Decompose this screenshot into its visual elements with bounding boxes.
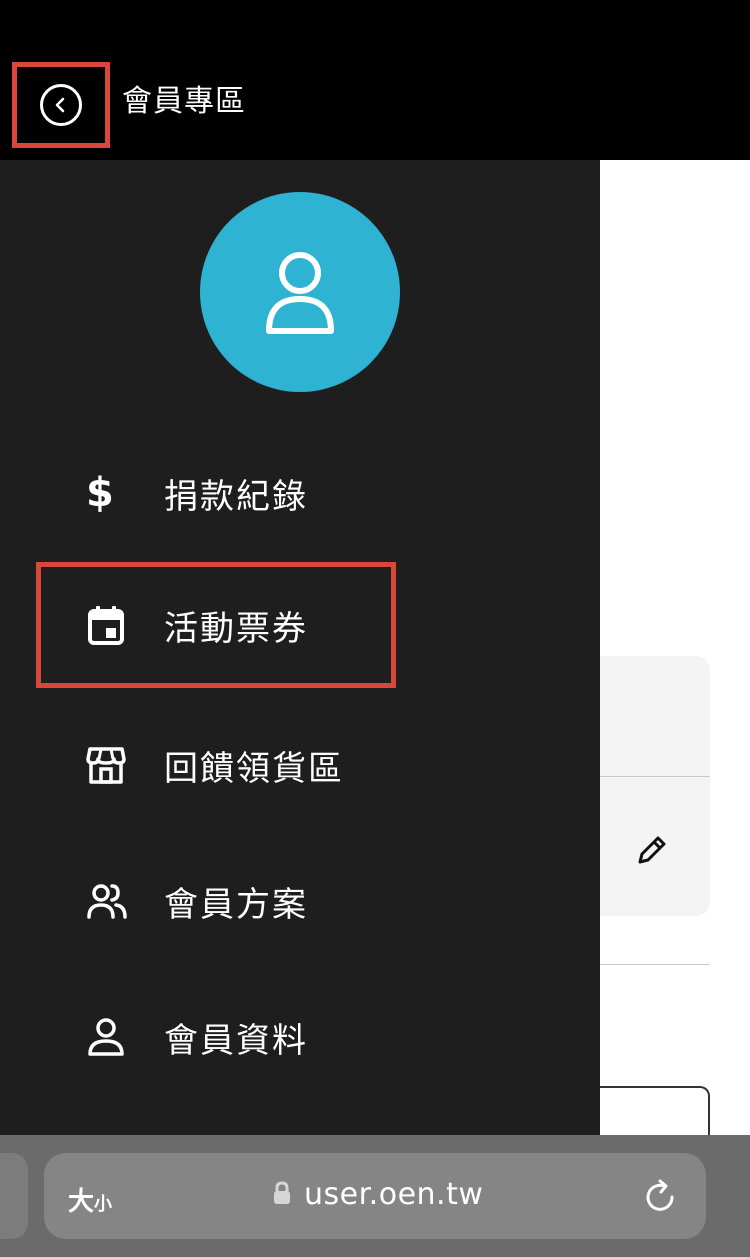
- back-button[interactable]: [12, 62, 110, 148]
- menu-item-donation-records[interactable]: $ 捐款紀錄: [36, 430, 396, 556]
- dollar-icon: $: [86, 470, 114, 516]
- url-text: user.oen.tw: [304, 1177, 484, 1212]
- menu-item-label: 活動票券: [164, 608, 308, 649]
- menu-item-member-plans[interactable]: 會員方案: [36, 838, 396, 964]
- avatar[interactable]: [200, 192, 400, 392]
- store-icon: [86, 743, 142, 787]
- text-size-big-label: 大: [68, 1187, 95, 1217]
- chevron-left-icon: [40, 84, 82, 126]
- divider: [600, 776, 710, 777]
- calendar-icon: [86, 603, 142, 647]
- menu-item-member-profile[interactable]: 會員資料: [36, 974, 396, 1100]
- app-header: 會員專區: [0, 0, 750, 160]
- text-size-small-label: 小: [94, 1194, 113, 1215]
- user-icon: [86, 1015, 142, 1059]
- reload-icon[interactable]: [640, 1177, 680, 1217]
- browser-toolbar: 大小 user.oen.tw: [0, 1135, 750, 1257]
- menu-item-label: 會員資料: [164, 1020, 308, 1061]
- menu-item-label: 會員方案: [164, 884, 308, 925]
- menu-item-label: 捐款紀錄: [164, 476, 308, 517]
- menu-item-event-tickets[interactable]: 活動票券: [36, 562, 396, 688]
- lock-icon: [272, 1180, 292, 1210]
- users-icon: [86, 879, 142, 923]
- background-page: [596, 160, 750, 1146]
- background-card: [600, 656, 710, 916]
- page-title: 會員專區: [122, 84, 246, 119]
- pencil-icon[interactable]: [632, 830, 672, 870]
- menu-item-reward-pickup[interactable]: 回饋領貨區: [36, 702, 396, 828]
- divider: [600, 964, 710, 965]
- url-display[interactable]: user.oen.tw: [272, 1177, 483, 1212]
- menu-item-label: 回饋領貨區: [164, 748, 344, 789]
- text-size-button[interactable]: 大小: [68, 1181, 112, 1218]
- side-drawer: $ 捐款紀錄 活動票券 回饋領貨區 會員方案 會員資料: [0, 160, 600, 1135]
- address-bar[interactable]: 大小 user.oen.tw: [44, 1153, 706, 1239]
- previous-tab[interactable]: [0, 1153, 28, 1239]
- user-icon: [266, 252, 334, 334]
